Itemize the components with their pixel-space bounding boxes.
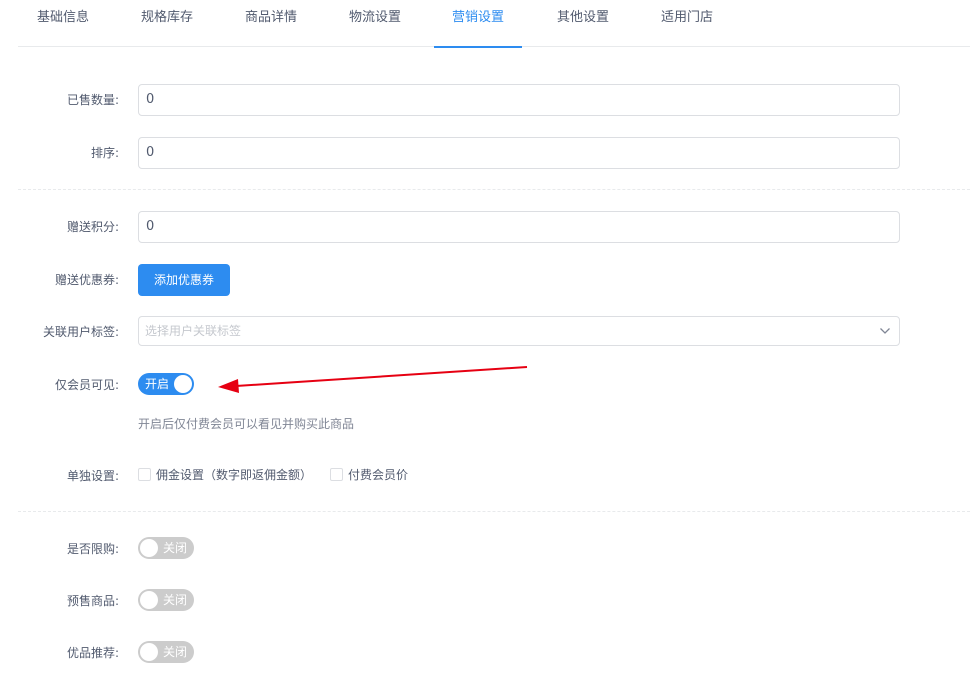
tab-bar: 基础信息 规格库存 商品详情 物流设置 营销设置 其他设置 适用门店	[18, 0, 970, 48]
tab-other-settings[interactable]: 其他设置	[554, 0, 612, 47]
chevron-down-icon	[880, 328, 890, 334]
recommend-switch[interactable]: 关闭	[138, 641, 194, 663]
member-price-checkbox-label: 付费会员价	[348, 468, 409, 482]
checkbox-box	[138, 468, 151, 481]
give-points-label: 赠送积分:	[66, 220, 119, 234]
member-only-switch-text: 开启	[145, 377, 170, 391]
sort-input[interactable]: 0	[138, 137, 900, 169]
tab-stores[interactable]: 适用门店	[658, 0, 716, 47]
presale-switch-text: 关闭	[162, 593, 187, 607]
recommend-switch-text: 关闭	[162, 645, 187, 659]
member-only-label: 仅会员可见:	[54, 378, 119, 392]
tab-product-details[interactable]: 商品详情	[242, 0, 300, 47]
user-tag-placeholder: 选择用户关联标签	[145, 324, 242, 338]
commission-checkbox[interactable]: 佣金设置（数字即返佣金额）	[138, 466, 312, 483]
limit-buy-switch[interactable]: 关闭	[138, 537, 194, 559]
member-price-checkbox[interactable]: 付费会员价	[330, 466, 408, 483]
separate-settings-label: 单独设置:	[66, 469, 119, 483]
checkbox-box	[330, 468, 343, 481]
tab-spec-stock[interactable]: 规格库存	[138, 0, 196, 47]
switch-knob	[140, 591, 158, 609]
user-tag-select[interactable]: 选择用户关联标签	[138, 316, 900, 346]
user-tag-label: 关联用户标签:	[42, 325, 119, 339]
sold-count-label: 已售数量:	[66, 93, 119, 107]
give-points-input[interactable]: 0	[138, 211, 900, 243]
sort-label: 排序:	[90, 146, 119, 160]
section-divider	[18, 189, 970, 190]
tab-marketing[interactable]: 营销设置	[434, 0, 522, 48]
presale-label: 预售商品:	[66, 594, 119, 608]
limit-buy-switch-text: 关闭	[162, 541, 187, 555]
section-divider	[18, 511, 970, 512]
add-coupon-button[interactable]: 添加优惠券	[138, 264, 230, 296]
member-only-switch[interactable]: 开启	[138, 373, 194, 395]
limit-buy-label: 是否限购:	[66, 542, 119, 556]
recommend-label: 优品推荐:	[66, 646, 119, 660]
tab-basic-info[interactable]: 基础信息	[34, 0, 92, 47]
member-only-hint: 开启后仅付费会员可以看见并购买此商品	[138, 417, 355, 431]
presale-switch[interactable]: 关闭	[138, 589, 194, 611]
switch-knob	[140, 539, 158, 557]
sold-count-input[interactable]: 0	[138, 84, 900, 116]
commission-checkbox-label: 佣金设置（数字即返佣金额）	[156, 468, 313, 482]
tab-logistics[interactable]: 物流设置	[346, 0, 404, 47]
switch-knob	[174, 375, 192, 393]
switch-knob	[140, 643, 158, 661]
give-coupon-label: 赠送优惠券:	[54, 273, 119, 287]
